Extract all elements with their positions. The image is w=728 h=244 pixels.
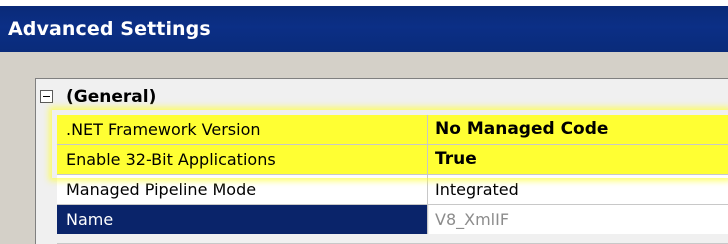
category-label: (General) <box>66 87 157 107</box>
title-bar: Advanced Settings <box>0 6 728 52</box>
property-name: Managed Pipeline Mode <box>57 175 428 204</box>
property-name: Enable 32-Bit Applications <box>57 145 428 174</box>
window-title: Advanced Settings <box>8 18 211 40</box>
property-value[interactable]: V8_XmlIF <box>429 205 728 234</box>
property-value[interactable]: Integrated <box>429 175 728 204</box>
property-grid-gutter <box>36 115 57 244</box>
property-value[interactable]: No Managed Code <box>429 115 728 144</box>
property-row-net-framework-version[interactable]: .NET Framework Version No Managed Code <box>57 115 728 145</box>
property-row-enable-32-bit-applications[interactable]: Enable 32-Bit Applications True <box>57 145 728 175</box>
collapse-minus-icon[interactable] <box>40 90 53 103</box>
property-row-name[interactable]: Name V8_XmlIF <box>57 205 728 244</box>
property-name: Name <box>57 205 428 234</box>
property-row-managed-pipeline-mode[interactable]: Managed Pipeline Mode Integrated <box>57 175 728 205</box>
property-name: .NET Framework Version <box>57 115 428 144</box>
property-value[interactable]: True <box>429 145 728 174</box>
